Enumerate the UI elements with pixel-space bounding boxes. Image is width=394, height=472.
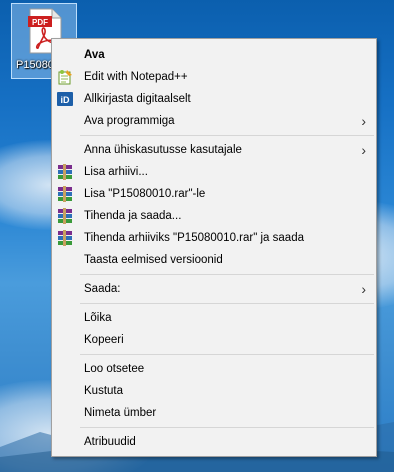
winrar-books-icon: [58, 208, 72, 224]
menu-item-create-shortcut[interactable]: Loo otsetee: [52, 358, 376, 380]
menu-separator: [80, 135, 374, 136]
menu-item-cut[interactable]: Lõika: [52, 307, 376, 329]
chevron-right-icon: ›: [361, 113, 366, 129]
menu-item-label: Atribuudid: [84, 436, 136, 448]
winrar-books-icon: [58, 230, 72, 246]
menu-item-label: Tihenda arhiiviks "P15080010.rar" ja saa…: [84, 232, 304, 244]
menu-item-copy[interactable]: Kopeeri: [52, 329, 376, 351]
menu-item-properties[interactable]: Atribuudid: [52, 431, 376, 453]
menu-item-label: Ava: [84, 49, 105, 61]
notepad-plus-plus-icon: [58, 70, 72, 85]
menu-item-label: Kopeeri: [84, 334, 124, 346]
svg-text:iD: iD: [61, 95, 71, 105]
menu-item-label: Lisa "P15080010.rar"-le: [84, 188, 206, 200]
menu-item-open[interactable]: Ava: [52, 44, 376, 66]
menu-item-send-to[interactable]: Saada: ›: [52, 278, 376, 300]
menu-item-label: Anna ühiskasutusse kasutajale: [84, 144, 242, 156]
menu-item-label: Lisa arhiivi...: [84, 166, 148, 178]
menu-item-compress-to-rar-and-email[interactable]: Tihenda arhiiviks "P15080010.rar" ja saa…: [52, 227, 376, 249]
menu-separator: [80, 354, 374, 355]
menu-item-label: Taasta eelmised versioonid: [84, 254, 223, 266]
menu-item-label: Lõika: [84, 312, 112, 324]
menu-separator: [80, 274, 374, 275]
menu-item-add-to-rar[interactable]: Lisa "P15080010.rar"-le: [52, 183, 376, 205]
chevron-right-icon: ›: [361, 142, 366, 158]
menu-item-compress-and-email[interactable]: Tihenda ja saada...: [52, 205, 376, 227]
menu-item-open-with[interactable]: Ava programmiga ›: [52, 110, 376, 132]
menu-item-add-to-archive[interactable]: Lisa arhiivi...: [52, 161, 376, 183]
menu-item-label: Ava programmiga: [84, 115, 175, 127]
menu-separator: [80, 427, 374, 428]
svg-text:PDF: PDF: [32, 18, 48, 27]
menu-item-label: Nimeta ümber: [84, 407, 157, 419]
menu-item-label: Allkirjasta digitaalselt: [84, 93, 191, 105]
menu-item-sign-digitally[interactable]: iD Allkirjasta digitaalselt: [52, 88, 376, 110]
winrar-books-icon: [58, 186, 72, 202]
menu-separator: [80, 303, 374, 304]
menu-item-label: Kustuta: [84, 385, 123, 397]
menu-item-restore-previous-versions[interactable]: Taasta eelmised versioonid: [52, 249, 376, 271]
menu-item-label: Loo otsetee: [84, 363, 145, 375]
context-menu: Ava Edit with Notepad++ iD Allkirjasta d…: [51, 38, 377, 457]
menu-item-edit-notepad[interactable]: Edit with Notepad++: [52, 66, 376, 88]
chevron-right-icon: ›: [361, 281, 366, 297]
winrar-books-icon: [58, 164, 72, 180]
menu-item-rename[interactable]: Nimeta ümber: [52, 402, 376, 424]
menu-item-label: Edit with Notepad++: [84, 71, 188, 83]
menu-item-share-with[interactable]: Anna ühiskasutusse kasutajale ›: [52, 139, 376, 161]
menu-item-delete[interactable]: Kustuta: [52, 380, 376, 402]
menu-item-label: Tihenda ja saada...: [84, 210, 182, 222]
menu-item-label: Saada:: [84, 283, 121, 295]
id-card-icon: iD: [57, 92, 73, 106]
